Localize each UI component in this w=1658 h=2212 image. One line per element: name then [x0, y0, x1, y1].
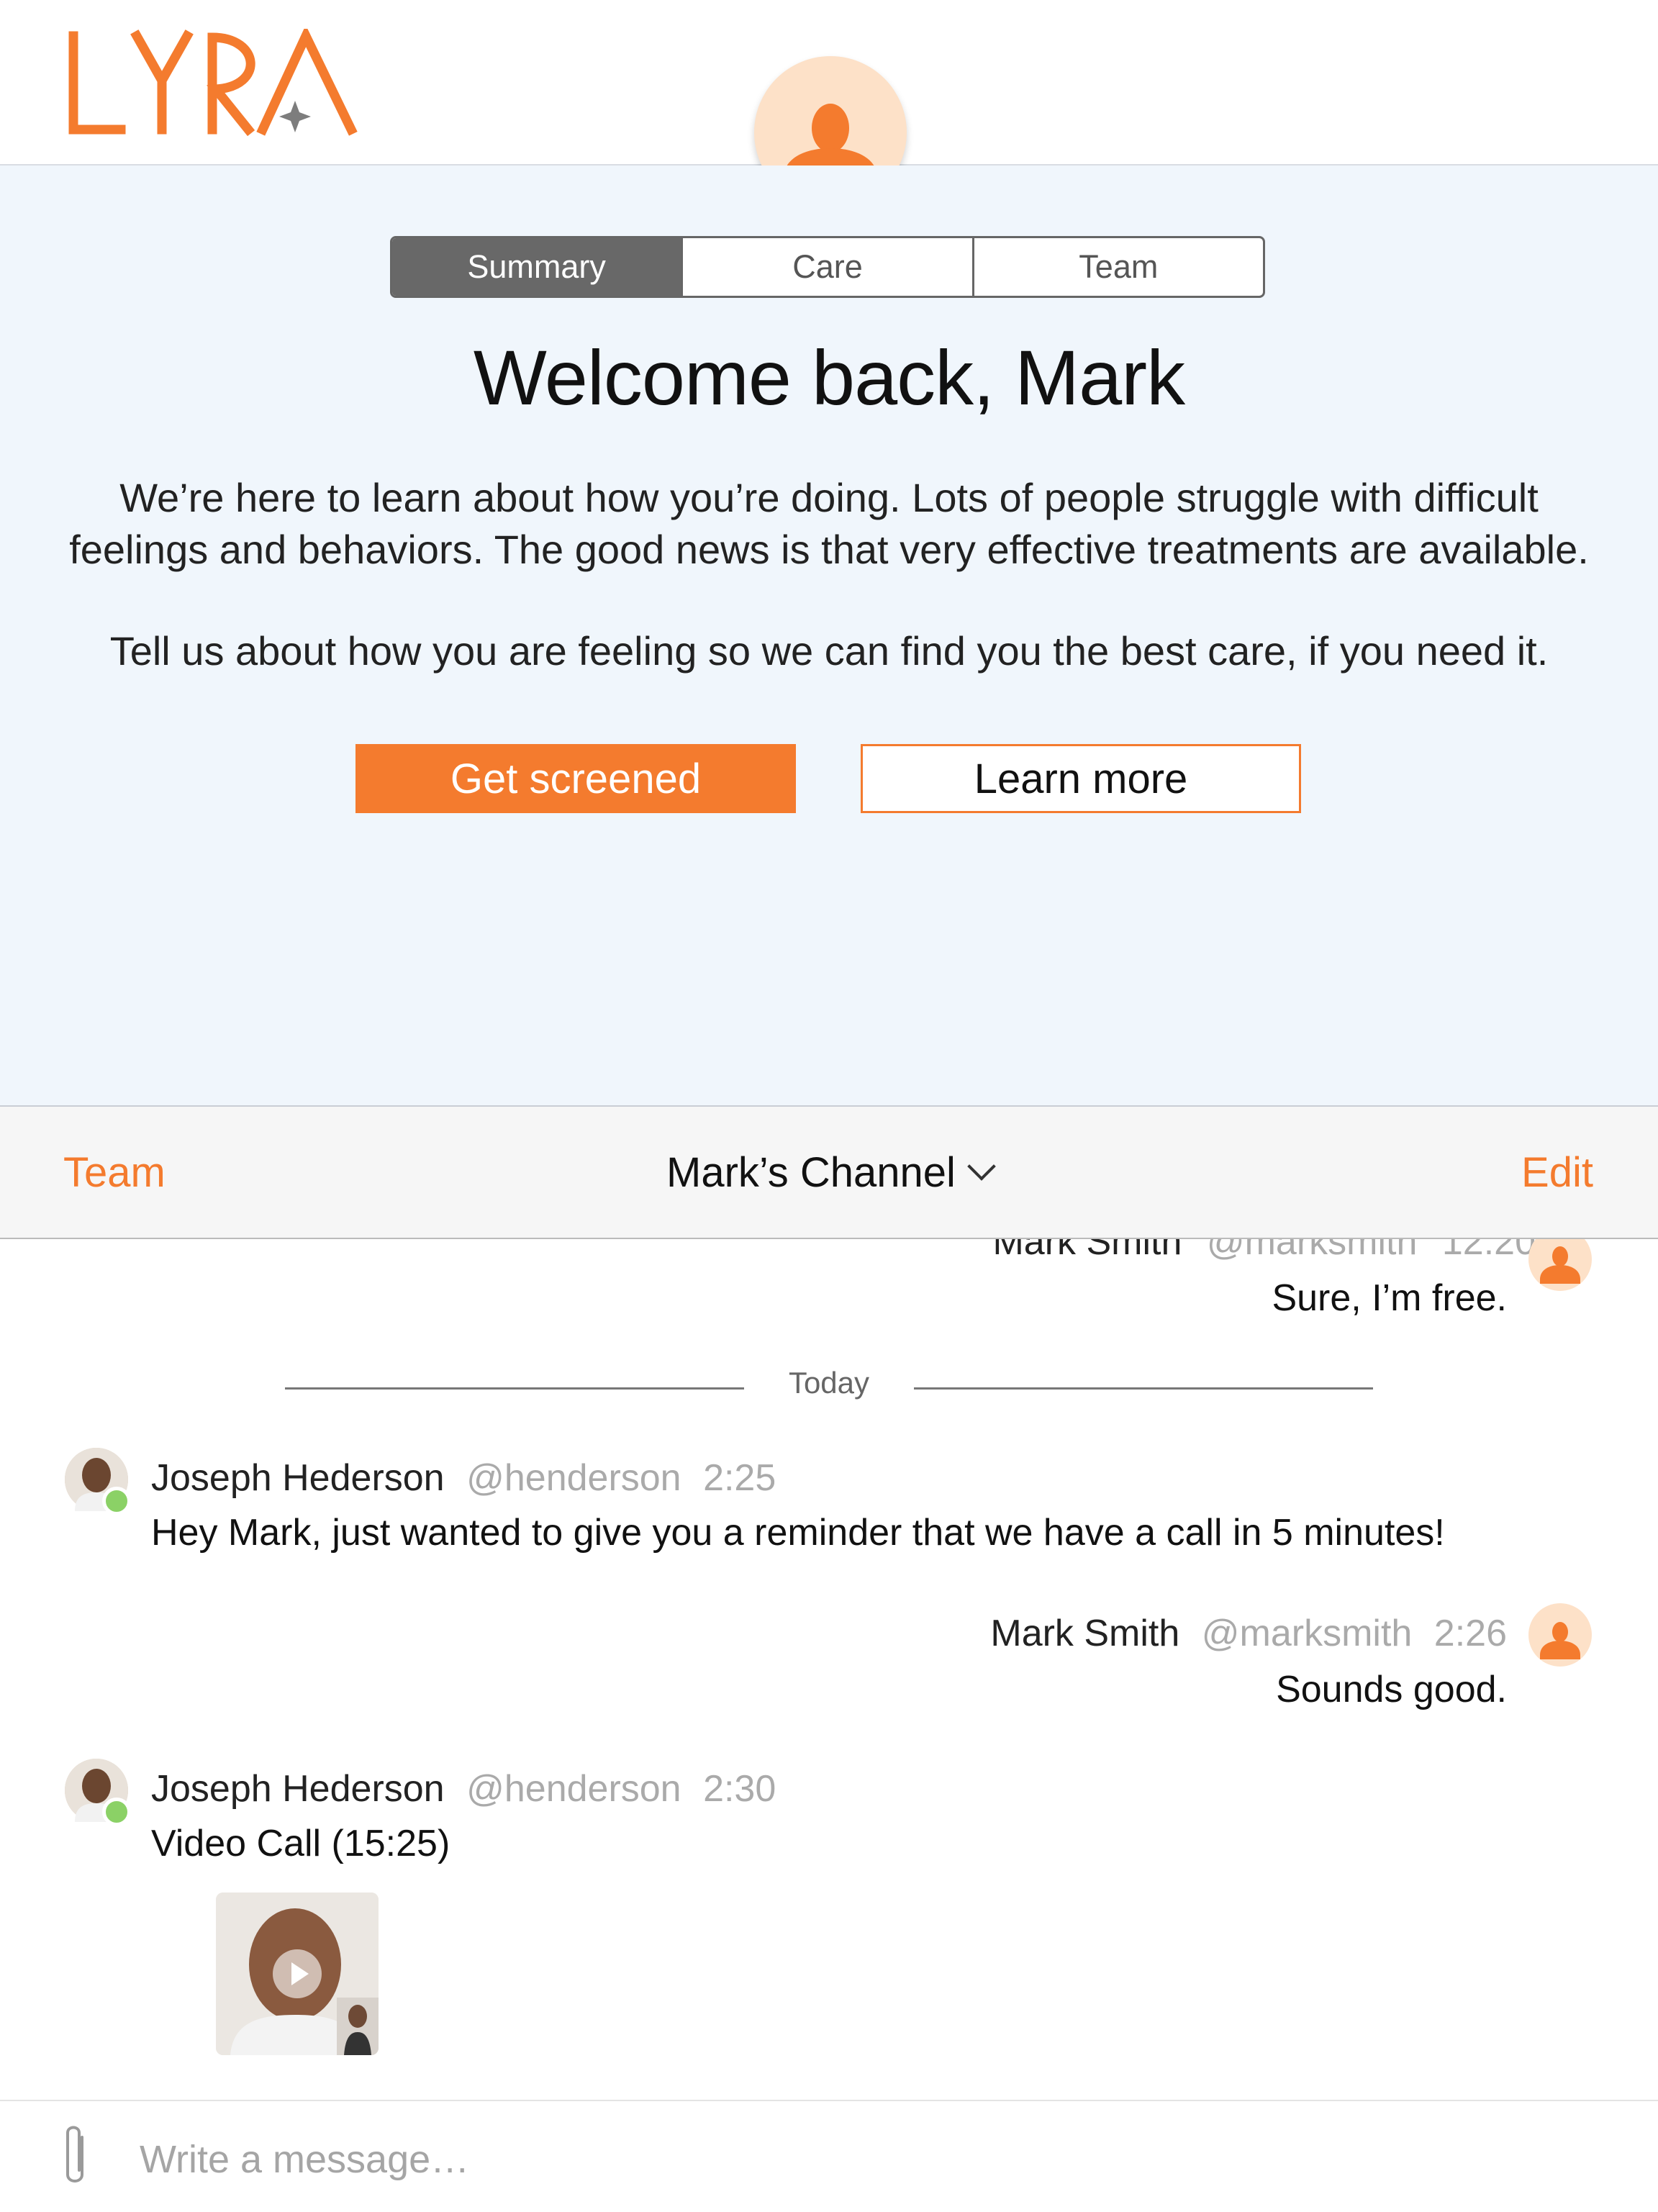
divider-line [914, 1387, 1373, 1390]
chevron-down-icon [967, 1152, 996, 1181]
intro-paragraph: We’re here to learn about how you’re doi… [0, 472, 1658, 576]
channel-title-text: Mark’s Channel [666, 1149, 956, 1196]
divider-line [285, 1387, 744, 1390]
tab-care[interactable]: Care [681, 238, 971, 296]
sender-handle: @henderson [466, 1768, 681, 1810]
message-meta: Mark Smith @marksmith 2:26 [990, 1612, 1507, 1655]
message-text: Sure, I’m free. [1272, 1277, 1507, 1319]
avatar[interactable] [1528, 1239, 1592, 1291]
edit-link[interactable]: Edit [1521, 1148, 1593, 1197]
welcome-heading: Welcome back, Mark [473, 334, 1185, 421]
intro-prompt: Tell us about how you are feeling so we … [109, 628, 1549, 674]
video-call-thumbnail[interactable] [216, 1893, 379, 2055]
play-icon[interactable] [273, 1949, 322, 1998]
tab-team[interactable]: Team [971, 238, 1263, 296]
sender-name: Joseph Hederson [151, 1768, 445, 1810]
paperclip-icon[interactable] [60, 2123, 89, 2189]
intro-line-2: feelings and behaviors. The good news is… [69, 527, 1589, 572]
tab-summary[interactable]: Summary [392, 238, 681, 296]
user-silhouette-icon [1540, 1246, 1580, 1284]
message-text: Sounds good. [1276, 1669, 1507, 1710]
sender-handle: @marksmith [1201, 1613, 1413, 1654]
channel-title[interactable]: Mark’s Channel [0, 1148, 1658, 1197]
message-input[interactable] [138, 2130, 1508, 2189]
message-meta: Joseph Hederson @henderson 2:25 [151, 1456, 776, 1500]
lyra-logo[interactable] [65, 29, 360, 144]
sender-name: Joseph Hederson [151, 1457, 445, 1499]
message-meta: Mark Smith @marksmith 12:20 [992, 1239, 1536, 1264]
learn-more-button[interactable]: Learn more [861, 744, 1301, 813]
intro-line-1: We’re here to learn about how you’re doi… [119, 475, 1539, 520]
avatar[interactable] [1528, 1603, 1592, 1667]
online-status-icon [102, 1798, 131, 1826]
message-text: Video Call (15:25) [151, 1823, 450, 1864]
sender-handle: @henderson [466, 1457, 681, 1499]
sender-name: Mark Smith [992, 1239, 1182, 1263]
date-divider-label: Today [788, 1366, 870, 1400]
message-time: 2:25 [703, 1457, 776, 1499]
message-meta: Joseph Hederson @henderson 2:30 [151, 1767, 776, 1810]
user-silhouette-icon [1540, 1622, 1580, 1659]
message-time: 2:30 [703, 1768, 776, 1810]
message-text: Hey Mark, just wanted to give you a remi… [151, 1512, 1445, 1554]
message-time: 2:26 [1433, 1613, 1507, 1654]
get-screened-button[interactable]: Get screened [355, 744, 796, 813]
online-status-icon [102, 1487, 131, 1515]
segmented-tabs: Summary Care Team [390, 236, 1265, 298]
sender-name: Mark Smith [990, 1613, 1180, 1654]
message-time: 12:20 [1441, 1239, 1536, 1263]
sender-handle: @marksmith [1206, 1239, 1418, 1263]
